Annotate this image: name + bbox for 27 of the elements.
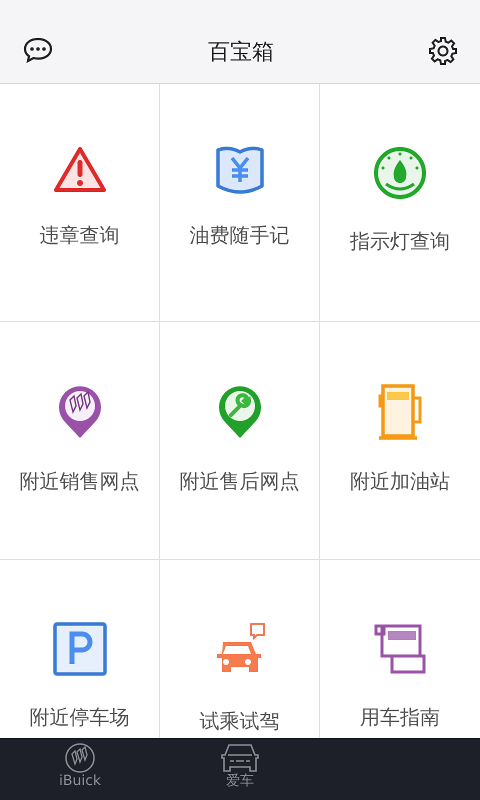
tool-label: 附近加油站 [350,468,450,495]
tool-tile[interactable]: 油费随手记 [160,84,320,322]
tool-tile[interactable]: 附近售后网点 [160,322,320,560]
chat-icon[interactable] [22,36,54,64]
map-pin-icon [216,384,262,440]
map-pin-icon [56,384,102,440]
tab-button[interactable]: 爱车 [160,738,320,800]
tool-label: 违章查询 [40,222,120,249]
car-icon [220,742,260,774]
tool-label: 试乘试驾 [200,708,280,735]
tool-label: 油费随手记 [190,222,290,249]
tool-label: 附近停车场 [30,704,130,731]
tool-label: 附近销售网点 [20,468,140,495]
tool-label: 指示灯查询 [350,228,450,255]
tool-label: 附近售后网点 [180,468,300,495]
badge-logo-icon [64,742,96,774]
gauge-icon [373,146,427,200]
parking-icon [52,622,106,676]
tool-label: 用车指南 [360,704,440,731]
book-icon [214,146,264,194]
page-title: 百宝箱 [208,39,274,67]
scroll-icon [372,622,428,676]
warning-icon [52,146,106,194]
settings-icon[interactable] [428,36,458,66]
tab-button[interactable]: iBuick [0,738,160,800]
tool-tile[interactable]: 附近销售网点 [0,322,160,560]
tool-tile[interactable]: 违章查询 [0,84,160,322]
